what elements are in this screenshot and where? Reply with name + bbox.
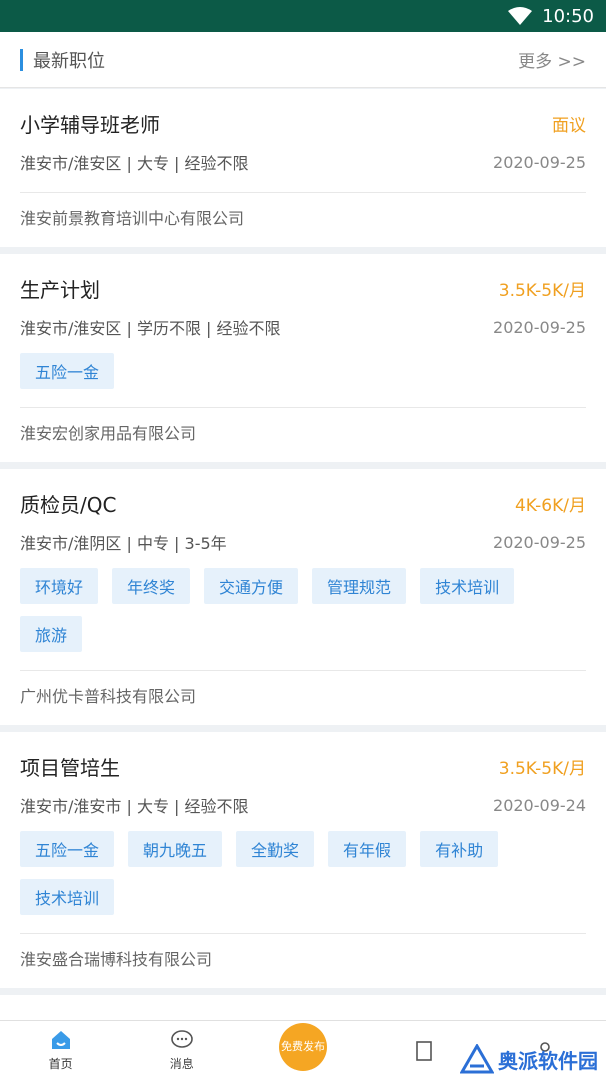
job-tags: 五险一金 [20,353,586,389]
company-name: 淮安盛合瑞博科技有限公司 [20,933,586,988]
document-icon [416,1040,432,1061]
job-date: 2020-09-25 [493,532,586,552]
job-card[interactable]: 小学辅导班老师 面议 淮安市/淮安区 | 大专 | 经验不限 2020-09-2… [0,89,606,247]
job-tag: 全勤奖 [236,831,315,867]
job-meta: 淮安市/淮安区 | 大专 | 经验不限 [20,154,249,173]
job-header-row: 质检员/QC 4K-6K/月 [20,469,586,518]
tab-messages[interactable]: 消息 [142,1029,222,1072]
job-meta: 淮安市/淮安市 | 大专 | 经验不限 [20,797,249,816]
job-tag: 五险一金 [20,831,115,867]
watermark: 奥派软件园 [460,1044,598,1074]
watermark-text: 奥派软件园 [498,1048,598,1073]
section-header: 最新职位 更多 >> [0,32,606,88]
job-tags: 五险一金 朝九晚五 全勤奖 有年假 有补助技术培训 [20,831,586,915]
status-bar: 10:50 [0,0,606,32]
job-card[interactable]: 项目管培生 3.5K-5K/月 淮安市/淮安市 | 大专 | 经验不限 2020… [0,732,606,988]
job-date: 2020-09-25 [493,152,586,172]
job-meta-row: 淮安市/淮安市 | 大专 | 经验不限 2020-09-24 [20,793,586,817]
status-time: 10:50 [542,5,594,27]
publish-button[interactable]: 免费发布 [278,1022,327,1071]
job-tag: 旅游 [20,616,83,652]
job-card[interactable]: 生产计划 3.5K-5K/月 淮安市/淮安区 | 学历不限 | 经验不限 202… [0,254,606,462]
job-tag: 交通方便 [204,568,299,604]
job-date: 2020-09-25 [493,317,586,337]
job-date: 2020-09-24 [493,795,586,815]
section-title: 最新职位 [20,47,105,73]
job-tag: 技术培训 [20,879,115,915]
job-tag: 管理规范 [312,568,407,604]
job-header-row: 实施工程师 3.5K-6K/月 [20,995,586,1020]
tab-home[interactable]: 首页 [21,1029,101,1072]
title-accent-bar [20,48,23,71]
job-meta-row: 淮安市/淮阴区 | 中专 | 3-5年 2020-09-25 [20,530,586,554]
company-name: 广州优卡普科技有限公司 [20,670,586,725]
job-meta-row: 淮安市/淮安区 | 学历不限 | 经验不限 2020-09-25 [20,315,586,339]
job-title: 小学辅导班老师 [20,113,160,137]
job-card[interactable]: 实施工程师 3.5K-6K/月 淮安市/淮安市 | 大专 | 经验不限 2020… [0,995,606,1020]
job-tag: 环境好 [20,568,99,604]
job-meta: 淮安市/淮安区 | 学历不限 | 经验不限 [20,319,281,338]
job-salary: 3.5K-5K/月 [498,759,586,779]
company-name: 淮安前景教育培训中心有限公司 [20,192,586,247]
job-title: 项目管培生 [20,756,120,780]
job-tag: 年终奖 [112,568,191,604]
tab-messages-label: 消息 [169,1057,194,1071]
job-salary: 3.5K-5K/月 [498,281,586,301]
job-tag: 有补助 [420,831,499,867]
job-header-row: 生产计划 3.5K-5K/月 [20,254,586,303]
watermark-logo-icon [460,1044,494,1074]
section-title-text: 最新职位 [33,50,105,72]
tab-publish[interactable]: 免费发布 [263,1022,343,1071]
job-tags: 环境好 年终奖 交通方便 管理规范 技术培训旅游 [20,568,586,652]
tab-resume[interactable] [384,1040,464,1062]
job-meta-row: 淮安市/淮安区 | 大专 | 经验不限 2020-09-25 [20,150,586,174]
tab-home-label: 首页 [48,1057,73,1071]
job-salary: 4K-6K/月 [514,496,586,516]
job-header-row: 项目管培生 3.5K-5K/月 [20,732,586,781]
company-name: 淮安宏创家用品有限公司 [20,407,586,462]
job-list[interactable]: 小学辅导班老师 面议 淮安市/淮安区 | 大专 | 经验不限 2020-09-2… [0,89,606,1020]
home-icon [51,1031,70,1049]
job-card[interactable]: 质检员/QC 4K-6K/月 淮安市/淮阴区 | 中专 | 3-5年 2020-… [0,469,606,725]
job-title: 生产计划 [20,278,100,302]
job-header-row: 小学辅导班老师 面议 [20,89,586,138]
job-meta: 淮安市/淮阴区 | 中专 | 3-5年 [20,534,227,553]
wifi-icon [508,7,533,25]
job-tag: 五险一金 [20,353,115,389]
job-salary: 面议 [552,116,586,136]
more-link[interactable]: 更多 >> [518,47,586,72]
job-tag: 有年假 [328,831,407,867]
job-tag: 技术培训 [420,568,515,604]
chat-bubble-icon [170,1030,193,1048]
job-title: 质检员/QC [20,493,117,517]
job-tag: 朝九晚五 [128,831,223,867]
